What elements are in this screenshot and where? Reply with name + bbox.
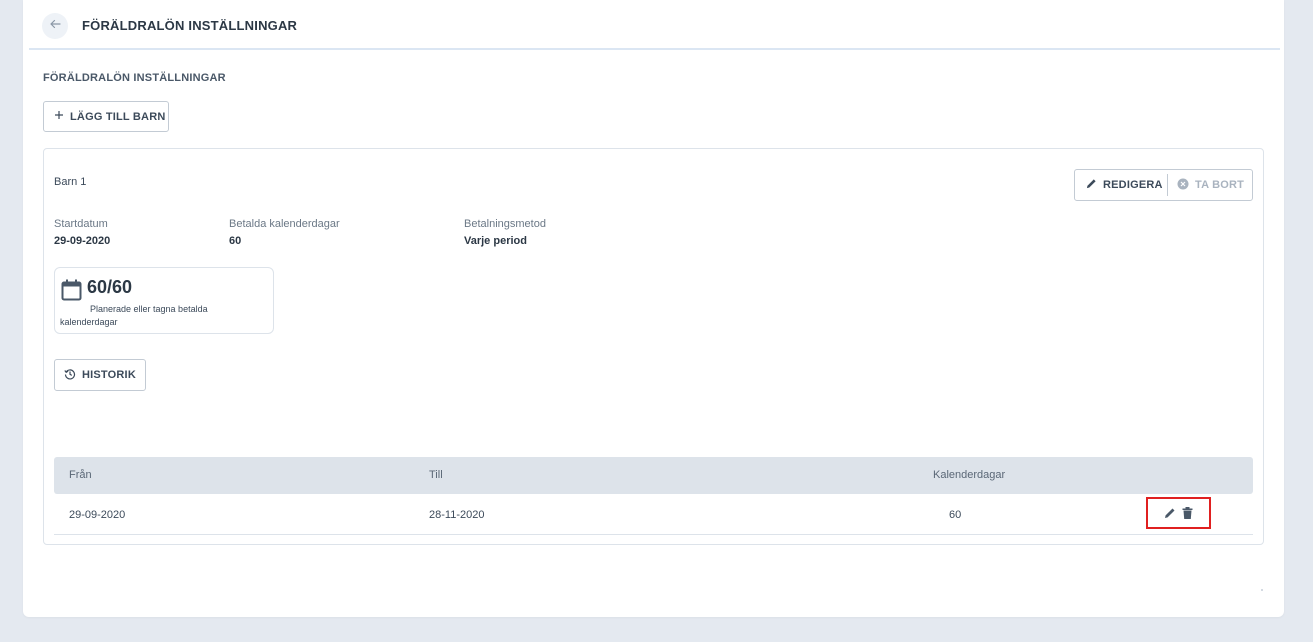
page-title: FÖRÄLDRALÖN INSTÄLLNINGAR bbox=[82, 18, 298, 33]
back-button[interactable] bbox=[42, 13, 68, 39]
payment-method-value: Varje period bbox=[464, 235, 527, 247]
column-header-days: Kalenderdagar bbox=[933, 469, 1006, 481]
calendar-icon bbox=[61, 279, 82, 306]
table-row: 29-09-2020 28-11-2020 60 bbox=[54, 494, 1253, 535]
child-actions: REDIGERA TA BORT bbox=[1074, 169, 1253, 201]
paid-days-label: Betalda kalenderdagar bbox=[229, 218, 340, 230]
cell-days: 60 bbox=[949, 509, 962, 521]
settings-card: FÖRÄLDRALÖN INSTÄLLNINGAR FÖRÄLDRALÖN IN… bbox=[23, 0, 1284, 617]
paid-days-description: Planerade eller tagna betalda kalenderda… bbox=[60, 304, 208, 327]
trash-icon[interactable] bbox=[1182, 507, 1193, 519]
table-header: Från Till Kalenderdagar bbox=[54, 457, 1253, 494]
close-circle-icon bbox=[1177, 178, 1189, 193]
start-date-value: 29-09-2020 bbox=[54, 235, 111, 247]
add-child-label: LÄGG TILL BARN bbox=[70, 110, 166, 123]
history-button[interactable]: HISTORIK bbox=[54, 359, 146, 391]
edit-label: REDIGERA bbox=[1103, 179, 1163, 191]
payment-method-label: Betalningsmetod bbox=[464, 218, 546, 230]
delete-label: TA BORT bbox=[1195, 179, 1245, 191]
paid-days-ratio: 60/60 bbox=[87, 277, 133, 297]
add-child-button[interactable]: LÄGG TILL BARN bbox=[43, 101, 169, 132]
cell-from: 29-09-2020 bbox=[69, 509, 126, 521]
child-name: Barn 1 bbox=[54, 176, 87, 188]
column-header-to: Till bbox=[429, 469, 443, 481]
pencil-icon[interactable] bbox=[1164, 507, 1176, 519]
arrow-left-icon bbox=[49, 17, 61, 35]
row-actions bbox=[1146, 497, 1211, 529]
edit-button[interactable]: REDIGERA bbox=[1075, 174, 1168, 196]
start-date-label: Startdatum bbox=[54, 218, 108, 230]
section-title: FÖRÄLDRALÖN INSTÄLLNINGAR bbox=[43, 72, 226, 84]
delete-button[interactable]: TA BORT bbox=[1168, 170, 1244, 200]
child-card: Barn 1 REDIGERA TA BORT Startdatum 29-09… bbox=[43, 148, 1264, 545]
plus-icon bbox=[54, 110, 64, 123]
paid-days-summary: 60/60 Planerade eller tagna betalda kale… bbox=[54, 267, 274, 334]
top-bar: FÖRÄLDRALÖN INSTÄLLNINGAR bbox=[29, 0, 1280, 50]
cell-to: 28-11-2020 bbox=[429, 509, 485, 521]
pencil-icon bbox=[1086, 178, 1097, 192]
history-label: HISTORIK bbox=[82, 369, 136, 381]
history-icon bbox=[64, 368, 76, 383]
resize-dot bbox=[1261, 589, 1263, 591]
column-header-from: Från bbox=[69, 469, 92, 481]
paid-days-value: 60 bbox=[229, 235, 242, 247]
